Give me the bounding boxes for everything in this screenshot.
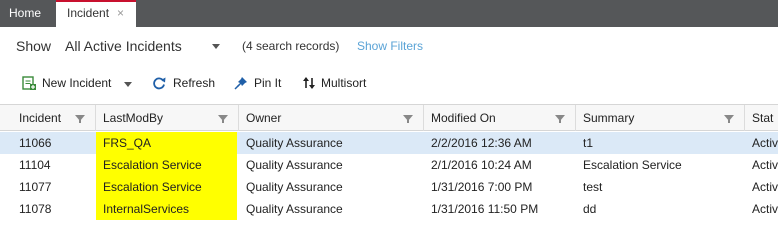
filter-icon-stem bbox=[222, 120, 224, 123]
close-icon[interactable]: × bbox=[117, 2, 124, 25]
pin-icon bbox=[234, 77, 247, 90]
new-incident-button[interactable]: New Incident bbox=[22, 72, 134, 94]
column-header-label: Incident bbox=[19, 111, 62, 125]
refresh-label: Refresh bbox=[173, 76, 216, 90]
tab-incident[interactable]: Incident × bbox=[56, 0, 136, 27]
cell-status: Activ bbox=[752, 136, 778, 150]
new-incident-label: New Incident bbox=[42, 76, 112, 90]
cell-status: Activ bbox=[752, 202, 778, 216]
grid-header: Incident LastModBy Owner Modified On Sum… bbox=[0, 105, 778, 131]
cell-owner: Quality Assurance bbox=[246, 136, 343, 150]
column-header-label: Summary bbox=[583, 111, 635, 125]
cell-summary: t1 bbox=[583, 136, 594, 150]
cell-lastmodby: Escalation Service bbox=[96, 154, 237, 176]
column-header-label: LastModBy bbox=[103, 111, 164, 125]
cell-lastmodby: InternalServices bbox=[96, 198, 237, 220]
cell-lastmodby: Escalation Service bbox=[96, 176, 237, 198]
column-header-modified-on[interactable]: Modified On bbox=[424, 105, 576, 131]
cell-lastmodby: FRS_QA bbox=[96, 132, 237, 154]
toolbar: New Incident Refresh Pin It Multisort bbox=[0, 72, 778, 94]
column-header-label: Stat bbox=[752, 111, 774, 125]
new-document-icon bbox=[22, 76, 36, 90]
cell-status: Activ bbox=[752, 180, 778, 194]
cell-modified-on: 1/31/2016 11:50 PM bbox=[431, 202, 539, 216]
cell-status: Activ bbox=[752, 158, 778, 172]
filter-icon-stem bbox=[407, 120, 409, 123]
sort-icon bbox=[303, 77, 315, 89]
column-header-label: Modified On bbox=[431, 111, 496, 125]
cell-modified-on: 2/1/2016 10:24 AM bbox=[431, 158, 532, 172]
cell-incident: 11077 bbox=[19, 180, 52, 194]
pin-it-label: Pin It bbox=[254, 76, 282, 90]
record-count: (4 search records) bbox=[242, 39, 340, 53]
multisort-label: Multisort bbox=[321, 76, 367, 90]
table-row[interactable]: 11077 Escalation Service Quality Assuran… bbox=[0, 176, 778, 198]
cell-incident: 11078 bbox=[19, 202, 52, 216]
cell-summary: test bbox=[583, 180, 603, 194]
cell-summary: dd bbox=[583, 202, 597, 216]
chevron-down-icon bbox=[124, 82, 132, 87]
cell-owner: Quality Assurance bbox=[246, 202, 343, 216]
column-header-lastmodby[interactable]: LastModBy bbox=[96, 105, 239, 131]
multisort-button[interactable]: Multisort bbox=[302, 72, 376, 94]
cell-incident: 11066 bbox=[19, 136, 52, 150]
refresh-button[interactable]: Refresh bbox=[152, 72, 222, 94]
table-row[interactable]: 11104 Escalation Service Quality Assuran… bbox=[0, 154, 778, 176]
cell-owner: Quality Assurance bbox=[246, 158, 343, 172]
show-row: Show All Active Incidents (4 search reco… bbox=[0, 36, 778, 58]
cell-modified-on: 2/2/2016 12:36 AM bbox=[431, 136, 532, 150]
filter-icon-stem bbox=[728, 120, 730, 123]
filter-icon-stem bbox=[559, 120, 561, 123]
column-header-summary[interactable]: Summary bbox=[576, 105, 745, 131]
filter-icon-stem bbox=[79, 120, 81, 123]
table-row[interactable]: 11078 InternalServices Quality Assurance… bbox=[0, 198, 778, 220]
column-header-status[interactable]: Stat bbox=[745, 105, 778, 131]
show-filters-link[interactable]: Show Filters bbox=[357, 39, 423, 53]
pin-it-button[interactable]: Pin It bbox=[234, 72, 290, 94]
tab-incident-label: Incident bbox=[67, 6, 110, 20]
column-header-label: Owner bbox=[246, 111, 282, 125]
cell-incident: 11104 bbox=[19, 158, 51, 172]
cell-owner: Quality Assurance bbox=[246, 180, 343, 194]
cell-modified-on: 1/31/2016 7:00 PM bbox=[431, 180, 533, 194]
column-header-owner[interactable]: Owner bbox=[239, 105, 424, 131]
view-selector[interactable]: All Active Incidents bbox=[65, 38, 182, 54]
tab-home[interactable]: Home bbox=[0, 0, 52, 27]
tab-bar: Home Incident × bbox=[0, 0, 778, 27]
chevron-down-icon[interactable] bbox=[212, 44, 220, 49]
cell-summary: Escalation Service bbox=[583, 158, 682, 172]
column-header-incident[interactable]: Incident bbox=[12, 105, 96, 131]
refresh-icon bbox=[153, 77, 166, 90]
incident-grid: Incident LastModBy Owner Modified On Sum… bbox=[0, 104, 778, 240]
table-row[interactable]: 11066 FRS_QA Quality Assurance 2/2/2016 … bbox=[0, 132, 778, 154]
show-label: Show bbox=[16, 38, 52, 54]
